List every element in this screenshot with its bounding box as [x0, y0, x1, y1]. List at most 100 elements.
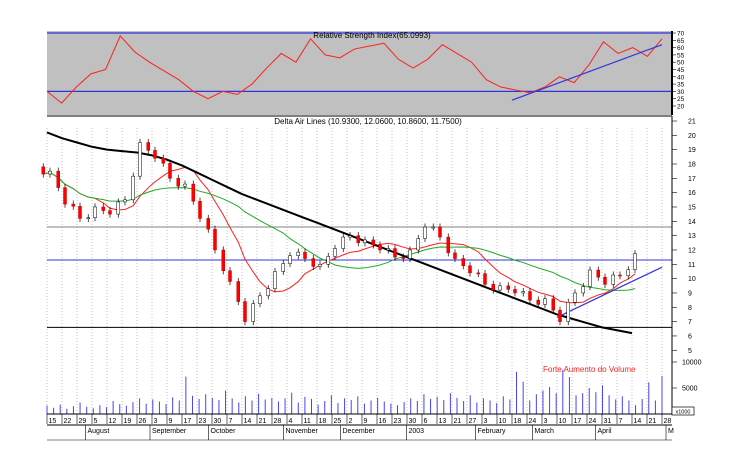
candle-body: [138, 142, 142, 177]
candle-body: [348, 235, 352, 238]
price-tick-label: 8: [688, 305, 692, 312]
rsi-title: Relative Strength Index(65.0993): [313, 31, 431, 40]
week-label: 26: [139, 418, 147, 425]
candle-body: [326, 256, 330, 265]
month-label: November: [286, 428, 319, 435]
candle-body: [48, 170, 52, 175]
candle-body: [416, 238, 420, 251]
week-label: 27: [469, 418, 477, 425]
candle-body: [476, 272, 480, 275]
week-label: 6: [424, 418, 428, 425]
volume-unit-label: x1000: [676, 410, 691, 416]
candle-body: [371, 239, 375, 246]
candle-body: [551, 298, 555, 311]
week-label: 11: [304, 418, 311, 425]
week-label: 29: [79, 418, 87, 425]
rsi-tick-label: 50: [677, 60, 685, 67]
candle-body: [543, 298, 547, 305]
price-tick-label: 17: [688, 176, 696, 183]
candle-body: [633, 253, 637, 270]
price-tick-label: 15: [688, 204, 696, 211]
candle-body: [483, 273, 487, 285]
week-label: 17: [574, 418, 582, 425]
week-label: 9: [364, 418, 368, 425]
candle-body: [566, 302, 570, 322]
candle-body: [176, 178, 180, 187]
candle-body: [536, 299, 540, 305]
month-label: March: [535, 428, 555, 435]
candle-body: [596, 269, 600, 278]
rsi-tick-label: 70: [677, 31, 685, 38]
candle-body: [116, 201, 120, 215]
week-label: 3: [544, 418, 548, 425]
week-label: 28: [274, 418, 282, 425]
candle-body: [101, 206, 105, 211]
week-label: 23: [199, 418, 207, 425]
candle-body: [93, 206, 97, 218]
week-label: 19: [124, 418, 132, 425]
volume-tick-label: 5000: [682, 386, 698, 393]
candle-body: [86, 217, 90, 219]
price-panel: [41, 131, 672, 335]
candle-body: [288, 255, 292, 264]
week-label: 13: [439, 418, 447, 425]
candle-body: [41, 166, 45, 175]
candle-body: [168, 163, 172, 179]
price-tick-label: 9: [688, 290, 692, 297]
candle-body: [161, 158, 165, 164]
week-label: 24: [529, 418, 537, 425]
month-label: February: [478, 428, 507, 435]
month-label: August: [88, 428, 110, 435]
week-label: 30: [214, 418, 222, 425]
candle-body: [468, 265, 472, 274]
candle-body: [266, 288, 270, 297]
candle-body: [558, 309, 562, 322]
candle-body: [318, 264, 322, 267]
price-tick-label: 5: [688, 348, 692, 355]
rsi-tick-label: 65: [677, 38, 685, 45]
candle-body: [506, 285, 510, 290]
candle-body: [71, 203, 75, 207]
price-tick-label: 13: [688, 233, 696, 240]
candle-body: [581, 286, 585, 294]
week-label: 7: [229, 418, 233, 425]
candle-body: [258, 295, 262, 304]
week-label: 3: [484, 418, 488, 425]
candle-body: [221, 249, 225, 271]
week-label: 14: [634, 418, 642, 425]
price-tick-label: 10: [688, 276, 696, 283]
candle-body: [273, 271, 277, 289]
candle-body: [573, 292, 577, 303]
price-tick-label: 21: [688, 119, 696, 126]
candle-body: [408, 249, 412, 259]
candle-body: [446, 236, 450, 254]
candle-body: [198, 200, 202, 219]
week-label: 17: [184, 418, 192, 425]
week-label: 14: [244, 418, 252, 425]
rsi-tick-label: 60: [677, 45, 685, 52]
week-label: 12: [109, 418, 117, 425]
price-trendline: [556, 266, 663, 318]
candle-body: [251, 303, 255, 322]
volume-panel: [46, 369, 663, 414]
week-label: 5: [94, 418, 98, 425]
week-label: 9: [169, 418, 173, 425]
month-label: April: [598, 428, 612, 435]
candle-body: [146, 142, 150, 151]
volume-tick-label: 10000: [682, 360, 702, 367]
candle-body: [296, 251, 300, 256]
candle-body: [213, 228, 217, 251]
price-tick-label: 18: [688, 161, 696, 168]
week-label: 31: [604, 418, 612, 425]
price-tick-label: 19: [688, 147, 696, 154]
candle-body: [191, 183, 195, 202]
candle-body: [363, 239, 367, 244]
rsi-tick-label: 55: [677, 52, 685, 59]
week-label: 24: [589, 418, 597, 425]
price-tick-label: 20: [688, 133, 696, 140]
candle-body: [461, 258, 465, 266]
week-label: 10: [499, 418, 507, 425]
month-label: M: [668, 428, 674, 435]
rsi-tick-label: 45: [677, 67, 685, 74]
price-tick-label: 12: [688, 247, 696, 254]
